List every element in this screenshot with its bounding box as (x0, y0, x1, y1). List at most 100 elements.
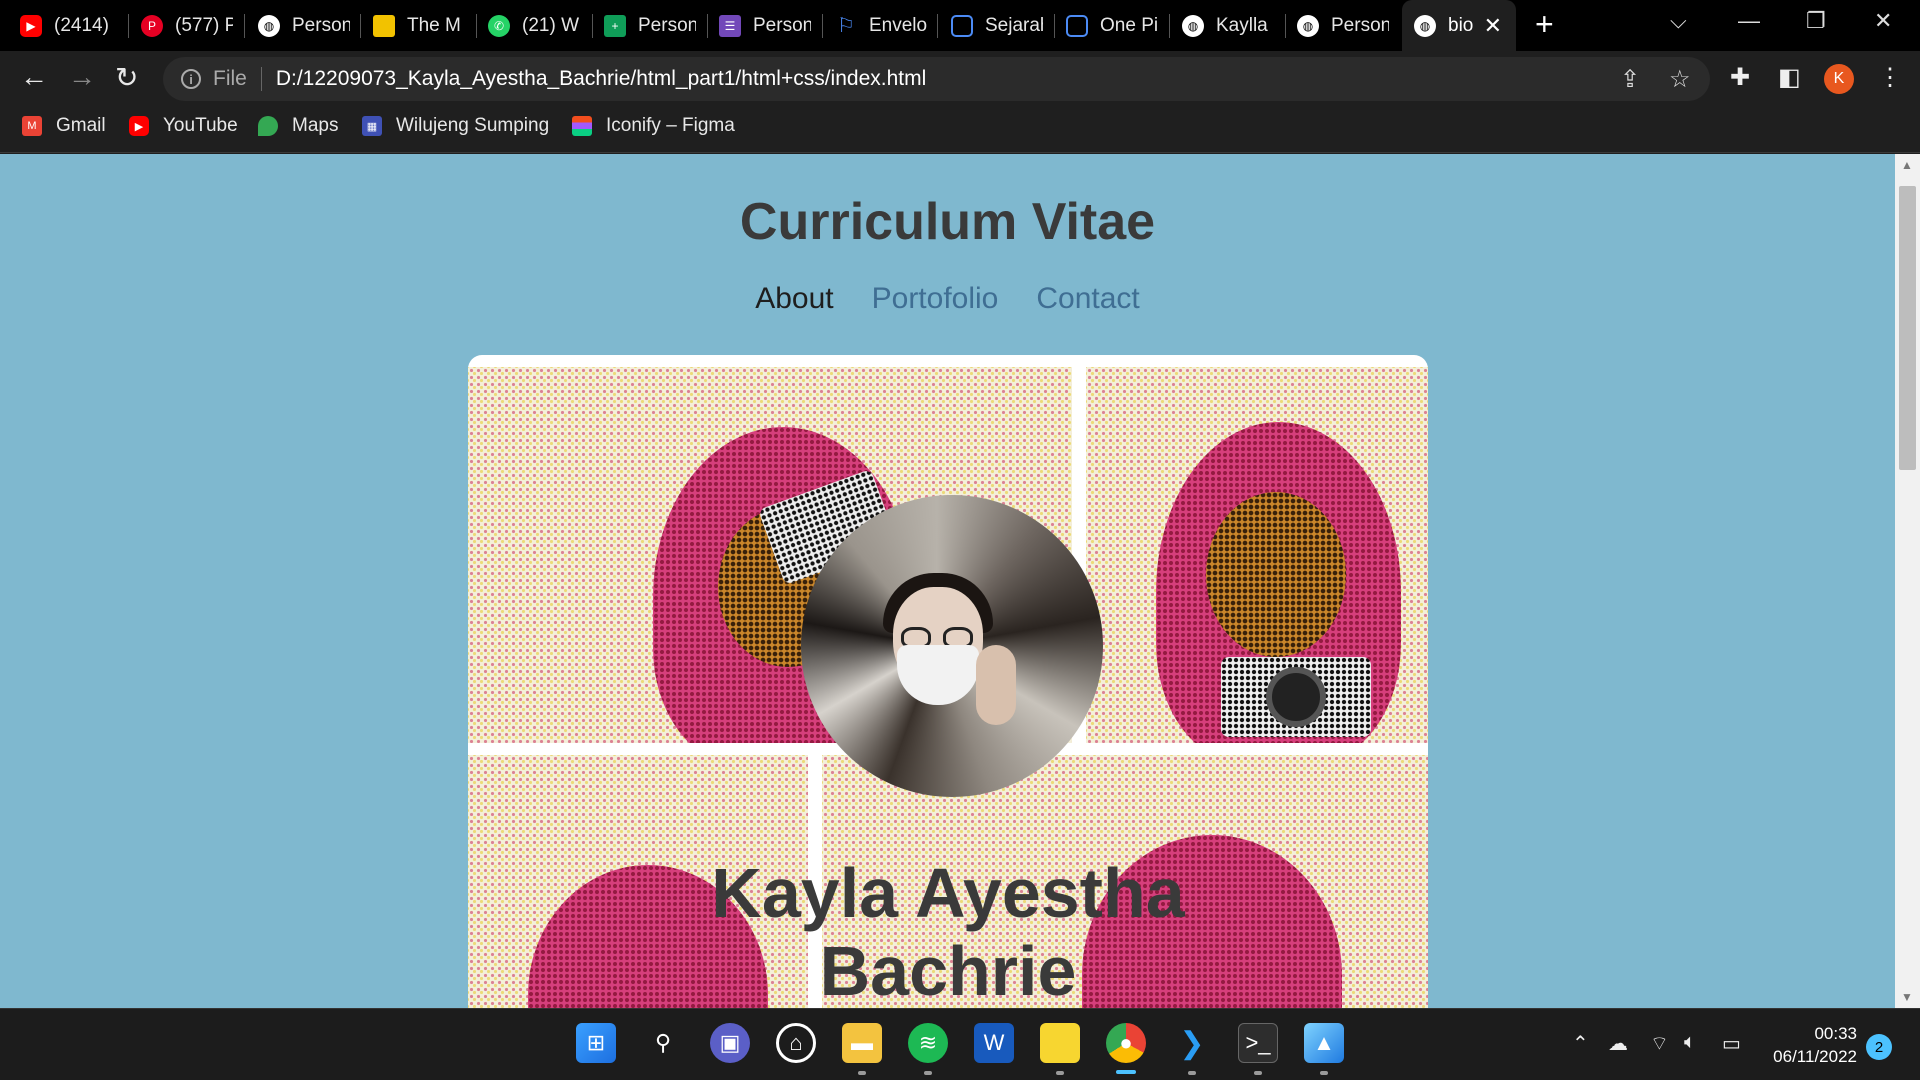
tab-separator (476, 14, 477, 38)
github-icon[interactable]: ⌂ (776, 1023, 816, 1063)
tab-one-piece[interactable]: One Pi (1066, 0, 1158, 51)
page-viewport: Curriculum Vitae About Portofolio Contac… (0, 154, 1895, 1008)
tray-chevron-icon[interactable]: ⌃ (1572, 1031, 1589, 1056)
photo-hand-shape (976, 645, 1016, 725)
bookmark-wilujeng-sumping[interactable]: ▦ Wilujeng Sumping (362, 115, 549, 137)
back-arrow-icon[interactable]: ← (20, 61, 48, 93)
tab-separator (707, 14, 708, 38)
site-info-icon[interactable]: i (181, 69, 201, 89)
tab-person-2[interactable]: ◍ Person (1297, 0, 1389, 51)
file-explorer-icon[interactable]: ▬ (842, 1023, 882, 1063)
face-shape (1206, 492, 1346, 657)
nav-link-portofolio[interactable]: Portofolio (872, 282, 999, 316)
scroll-up-arrow-icon[interactable]: ▲ (1901, 158, 1913, 172)
share-icon[interactable]: ⇪ (1620, 65, 1640, 94)
maps-pin-icon (258, 116, 278, 136)
tab-forms[interactable]: ☰ Person (719, 0, 811, 51)
globe-icon: ◍ (258, 14, 280, 37)
bookmark-gmail[interactable]: M Gmail (22, 115, 106, 137)
address-bar[interactable]: i File D:/12209073_Kayla_Ayestha_Bachrie… (163, 57, 1710, 101)
app-running-dot (1056, 1071, 1064, 1075)
profile-photo (801, 495, 1103, 797)
forms-icon: ☰ (719, 14, 741, 37)
app-running-dot (858, 1071, 866, 1075)
onedrive-cloud-icon[interactable]: ☁ (1608, 1031, 1628, 1056)
tab-separator (128, 14, 129, 38)
bookmark-maps[interactable]: Maps (258, 115, 338, 137)
spotify-icon[interactable]: ≋ (908, 1023, 948, 1063)
sheets-icon: + (604, 14, 626, 37)
photo-mask-shape (897, 645, 979, 705)
bilibili-icon (1066, 14, 1088, 37)
notification-badge[interactable]: 2 (1866, 1034, 1892, 1060)
bookmark-youtube[interactable]: ▶ YouTube (129, 115, 238, 137)
tab-youtube[interactable]: ▶ (2414) (20, 0, 120, 51)
tab-sejarah[interactable]: Sejarah (951, 0, 1043, 51)
restore-icon[interactable]: ❐ (1806, 8, 1826, 34)
minimize-icon[interactable]: — (1738, 8, 1760, 34)
tab-separator (592, 14, 593, 38)
profile-avatar[interactable]: K (1824, 64, 1854, 94)
collage-photo-2 (1086, 367, 1428, 743)
tab-separator (822, 14, 823, 38)
wifi-icon[interactable]: ⌔ (1650, 1031, 1669, 1056)
tab-person-1[interactable]: ◍ Person (258, 0, 350, 51)
nav-link-about[interactable]: About (755, 282, 833, 316)
camera-shape (1221, 657, 1371, 737)
notion-style-icon (373, 14, 395, 37)
bookmark-star-icon[interactable]: ☆ (1669, 65, 1691, 94)
tab-search-chevron-icon[interactable]: ⌵ (1670, 8, 1687, 34)
site-icon: ▦ (362, 116, 382, 136)
close-tab-icon[interactable]: ✕ (1484, 13, 1502, 39)
reload-icon[interactable]: ↻ (115, 61, 138, 94)
tab-bio-active[interactable]: ◍ bio ✕ (1402, 0, 1516, 51)
scheme-label: File (213, 67, 247, 90)
tab-sheets[interactable]: + Person (604, 0, 696, 51)
close-window-icon[interactable]: ✕ (1874, 8, 1892, 34)
profile-card: Kayla Ayestha Bachrie (468, 355, 1428, 1008)
tab-separator (1285, 14, 1286, 38)
tab-the-m[interactable]: The M (373, 0, 465, 51)
url-text[interactable]: D:/12209073_Kayla_Ayestha_Bachrie/html_p… (276, 67, 926, 91)
windows-start-icon[interactable]: ⊞ (576, 1023, 616, 1063)
tab-whatsapp[interactable]: ✆ (21) W (488, 0, 580, 51)
new-tab-plus-icon[interactable]: + (1535, 6, 1554, 43)
scrollbar-thumb[interactable] (1899, 186, 1916, 470)
browser-toolbar: ← → ↻ i File D:/12209073_Kayla_Ayestha_B… (0, 51, 1920, 107)
search-icon[interactable]: ⚲ (643, 1023, 683, 1063)
tab-kaylla[interactable]: ◍ Kaylla (1182, 0, 1274, 51)
pinterest-icon: P (141, 14, 163, 37)
menu-kebab-icon[interactable]: ⋮ (1878, 63, 1902, 92)
chrome-icon[interactable]: ● (1106, 1023, 1146, 1063)
tab-pinterest[interactable]: P (577) P (141, 0, 233, 51)
tab-separator (937, 14, 938, 38)
youtube-icon: ▶ (129, 116, 149, 136)
extensions-puzzle-icon[interactable]: ✚ (1730, 63, 1750, 92)
page-scrollbar[interactable]: ▲ ▼ (1895, 154, 1920, 1008)
clock-time: 00:33 (1814, 1024, 1857, 1043)
tab-separator (244, 14, 245, 38)
side-panel-icon[interactable]: ◧ (1778, 63, 1801, 92)
volume-icon[interactable]: 🔈︎ (1684, 1031, 1696, 1054)
app-running-dot (1320, 1071, 1328, 1075)
battery-icon[interactable]: ▭ (1722, 1031, 1741, 1056)
whatsapp-icon: ✆ (488, 14, 510, 37)
photos-icon[interactable]: ▲ (1304, 1023, 1344, 1063)
bookmark-iconify-figma[interactable]: Iconify – Figma (572, 115, 735, 137)
vscode-icon[interactable]: ❯ (1172, 1023, 1212, 1063)
system-clock[interactable]: 00:33 06/11/2022 (1773, 1022, 1857, 1068)
tab-separator (1169, 14, 1170, 38)
scroll-down-arrow-icon[interactable]: ▼ (1901, 990, 1913, 1004)
clock-date: 06/11/2022 (1773, 1047, 1857, 1066)
tab-envelope[interactable]: ⚐ Envelo (835, 0, 927, 51)
windows-taskbar: ⊞ ⚲ ▣ ⌂ ▬ ≋ W ● ❯ >_ ▲ ⌃ ☁ ⌔ 🔈︎ ▭ 00:33 … (0, 1008, 1920, 1080)
address-divider (260, 67, 262, 91)
word-icon[interactable]: W (974, 1023, 1014, 1063)
nav-link-contact[interactable]: Contact (1036, 282, 1139, 316)
teams-icon[interactable]: ▣ (710, 1023, 750, 1063)
sticky-notes-icon[interactable] (1040, 1023, 1080, 1063)
person-name: Kayla Ayestha Bachrie (468, 854, 1428, 1008)
active-app-indicator (1116, 1070, 1136, 1074)
forward-arrow-icon[interactable]: → (68, 61, 96, 93)
terminal-icon[interactable]: >_ (1238, 1023, 1278, 1063)
